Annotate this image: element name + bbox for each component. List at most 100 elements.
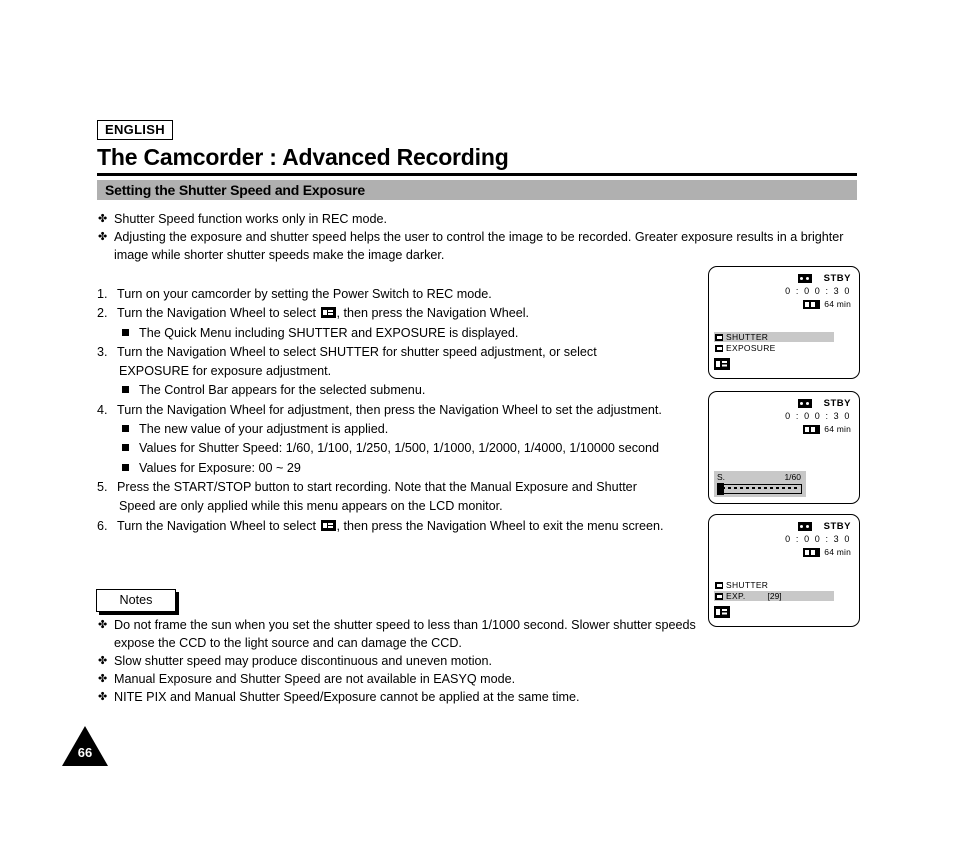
square-bullet-icon — [122, 420, 139, 439]
substep-text: The new value of your adjustment is appl… — [139, 422, 389, 437]
step-text: Turn the Navigation Wheel to select , th… — [117, 517, 712, 536]
osd-control-bar-ticks — [722, 486, 798, 489]
step-text: Turn the Navigation Wheel for adjustment… — [117, 402, 662, 417]
quick-menu-exit-icon[interactable] — [714, 358, 730, 370]
step-text-after-icon: , then press the Navigation Wheel to exi… — [336, 518, 664, 533]
osd-timecode: 0 : 0 0 : 3 0 — [785, 411, 851, 421]
step-text: Turn the Navigation Wheel to select , th… — [117, 304, 712, 323]
note-item: ✤ Do not frame the sun when you set the … — [97, 616, 717, 652]
osd-control-bar-track[interactable] — [718, 484, 802, 494]
substep-text: The Control Bar appears for the selected… — [139, 383, 426, 398]
lcd-panel-quick-menu: STBY 0 : 0 0 : 3 0 64 min SHUTTER EXPOSU… — [708, 266, 860, 379]
osd-battery-time: 64 min — [824, 424, 851, 434]
step-number: 2. — [97, 306, 108, 321]
step-substep: The Quick Menu including SHUTTER and EXP… — [97, 324, 712, 343]
osd-timecode: 0 : 0 0 : 3 0 — [785, 286, 851, 296]
folder-icon — [715, 592, 723, 600]
osd-menu-item-shutter[interactable]: SHUTTER — [714, 332, 834, 342]
intro-bullet-text: Shutter Speed function works only in REC… — [114, 212, 388, 226]
intro-bullet-list: ✤ Shutter Speed function works only in R… — [97, 210, 857, 264]
osd-timecode: 0 : 0 0 : 3 0 — [785, 534, 851, 544]
step-number: 1. — [97, 287, 108, 301]
folder-icon — [715, 333, 723, 341]
folder-icon — [715, 581, 723, 589]
osd-control-bar-label: S. — [717, 472, 726, 482]
intro-bullet-item: ✤ Adjusting the exposure and shutter spe… — [97, 228, 857, 264]
osd-menu-label: EXPOSURE — [726, 343, 776, 353]
step-item-6: 6. Turn the Navigation Wheel to select ,… — [97, 517, 712, 536]
clover-bullet-icon: ✤ — [98, 655, 108, 667]
quick-menu-exit-icon[interactable] — [714, 606, 730, 618]
lcd-screen-content: STBY 0 : 0 0 : 3 0 64 min S. 1/60 — [709, 392, 859, 503]
step-text-continuation: Speed are only applied while this menu a… — [119, 499, 503, 514]
osd-control-bar[interactable]: S. 1/60 — [714, 471, 806, 497]
note-item: ✤ Slow shutter speed may produce discont… — [97, 652, 717, 670]
lcd-screen-content: STBY 0 : 0 0 : 3 0 64 min SHUTTER EXPOSU… — [709, 267, 859, 378]
note-text: Manual Exposure and Shutter Speed are no… — [114, 672, 516, 686]
language-badge: ENGLISH — [97, 120, 173, 140]
substep-text: Values for Exposure: 00 ~ 29 — [139, 460, 301, 475]
intro-bullet-text: Adjusting the exposure and shutter speed… — [114, 230, 844, 262]
intro-bullet-item: ✤ Shutter Speed function works only in R… — [97, 210, 857, 228]
osd-menu-label: SHUTTER — [726, 580, 769, 590]
osd-control-bar-value: 1/60 — [784, 472, 801, 482]
step-substep: The new value of your adjustment is appl… — [97, 420, 712, 439]
step-number: 3. — [97, 344, 108, 359]
osd-menu-label: EXP. — [726, 591, 746, 601]
tape-icon — [798, 522, 812, 531]
battery-icon — [803, 299, 821, 309]
osd-control-bar-knob[interactable] — [717, 483, 724, 495]
osd-battery-group: 64 min — [803, 424, 851, 434]
square-bullet-icon — [122, 459, 139, 478]
note-text: Do not frame the sun when you set the sh… — [114, 618, 696, 650]
notes-list: ✤ Do not frame the sun when you set the … — [97, 616, 717, 706]
step-number: 4. — [97, 402, 108, 417]
step-text-before-icon: Turn the Navigation Wheel to select — [117, 306, 317, 321]
substep-text: Values for Shutter Speed: 1/60, 1/100, 1… — [139, 441, 660, 456]
osd-menu-value: [29] — [767, 591, 782, 601]
procedure-step-list: 1. Turn on your camcorder by setting the… — [97, 285, 712, 536]
square-bullet-icon — [122, 381, 139, 400]
battery-icon — [803, 547, 821, 557]
clover-bullet-icon: ✤ — [98, 619, 108, 631]
step-item-4: 4. Turn the Navigation Wheel for adjustm… — [97, 401, 712, 420]
title-divider — [97, 173, 857, 176]
step-text: Press the START/STOP button to start rec… — [117, 479, 637, 494]
step-item-1: 1. Turn on your camcorder by setting the… — [97, 285, 712, 304]
osd-menu-item-exposure[interactable]: EXPOSURE — [714, 343, 834, 353]
osd-battery-group: 64 min — [803, 547, 851, 557]
note-text: NITE PIX and Manual Shutter Speed/Exposu… — [114, 690, 580, 704]
clover-bullet-icon: ✤ — [98, 231, 108, 243]
square-bullet-icon — [122, 439, 139, 458]
page-number-marker: 66 — [62, 726, 108, 766]
osd-status-label: STBY — [823, 398, 851, 409]
osd-battery-group: 64 min — [803, 299, 851, 309]
note-item: ✤ Manual Exposure and Shutter Speed are … — [97, 670, 717, 688]
osd-menu-item-exposure[interactable]: EXP. [29] — [714, 591, 834, 601]
lcd-panel-control-bar: STBY 0 : 0 0 : 3 0 64 min S. 1/60 — [708, 391, 860, 504]
step-number: 5. — [97, 479, 108, 494]
folder-icon — [715, 344, 723, 352]
lcd-panel-exposure: STBY 0 : 0 0 : 3 0 64 min SHUTTER EXP. [… — [708, 514, 860, 627]
page-number: 66 — [77, 745, 93, 760]
note-text: Slow shutter speed may produce discontin… — [114, 654, 493, 668]
clover-bullet-icon: ✤ — [98, 691, 108, 703]
page-title: The Camcorder : Advanced Recording — [97, 144, 509, 170]
osd-menu-label: SHUTTER — [726, 332, 769, 342]
step-text-continuation: EXPOSURE for exposure adjustment. — [119, 364, 332, 379]
step-substep: Values for Shutter Speed: 1/60, 1/100, 1… — [97, 439, 712, 458]
step-substep: The Control Bar appears for the selected… — [97, 381, 712, 400]
tape-icon — [798, 399, 812, 408]
step-text: Turn on your camcorder by setting the Po… — [117, 287, 492, 301]
osd-quick-menu-list: SHUTTER EXP. [29] — [714, 580, 834, 602]
osd-status-label: STBY — [823, 521, 851, 532]
step-item-3: 3. Turn the Navigation Wheel to select S… — [97, 343, 712, 362]
step-item-5: 5. Press the START/STOP button to start … — [97, 478, 712, 497]
manual-page: ENGLISH The Camcorder : Advanced Recordi… — [0, 0, 954, 859]
osd-menu-item-shutter[interactable]: SHUTTER — [714, 580, 834, 590]
osd-quick-menu-list: SHUTTER EXPOSURE — [714, 332, 834, 354]
quick-menu-icon — [320, 307, 336, 319]
lcd-screen-content: STBY 0 : 0 0 : 3 0 64 min SHUTTER EXP. [… — [709, 515, 859, 626]
tape-icon — [798, 274, 812, 283]
osd-battery-time: 64 min — [824, 547, 851, 557]
